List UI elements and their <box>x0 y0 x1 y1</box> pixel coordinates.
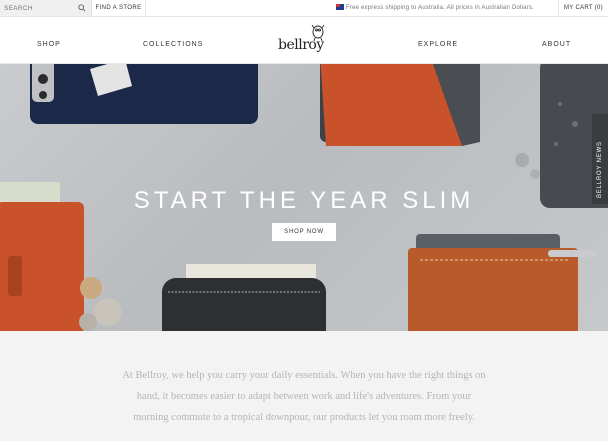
intro-text: At Bellroy, we help you carry your daily… <box>122 370 486 423</box>
nav-shop[interactable]: SHOP <box>37 41 61 48</box>
find-store-link[interactable]: FIND A STORE <box>92 0 146 16</box>
hero-title: START THE YEAR SLIM <box>133 187 475 214</box>
shipping-notice-text: Free express shipping to Australia. All … <box>346 5 534 11</box>
search-input[interactable] <box>4 3 74 13</box>
shop-now-button[interactable]: SHOP NOW <box>272 223 336 241</box>
shipping-notice: Free express shipping to Australia. All … <box>336 0 534 16</box>
australia-flag-icon <box>336 4 344 10</box>
search-icon[interactable] <box>78 4 86 12</box>
hero-banner: START THE YEAR SLIM SHOP NOW BELLROY NEW… <box>0 64 608 331</box>
cart-link[interactable]: MY CART (0) <box>558 0 608 16</box>
utility-bar: FIND A STORE Free express shipping to Au… <box>0 0 608 17</box>
search-box[interactable] <box>0 0 92 16</box>
nav-about[interactable]: ABOUT <box>542 41 571 48</box>
nav-explore[interactable]: EXPLORE <box>418 41 458 48</box>
intro-section: At Bellroy, we help you carry your daily… <box>0 331 608 441</box>
bellroy-news-tab[interactable]: BELLROY NEWS <box>592 114 608 204</box>
bellroy-logo[interactable]: bellroy <box>276 24 332 58</box>
main-nav: SHOP COLLECTIONS bellroy EXPLORE ABOUT <box>0 17 608 64</box>
nav-collections[interactable]: COLLECTIONS <box>143 41 203 48</box>
news-tab-label: BELLROY NEWS <box>597 141 603 198</box>
logo-text: bellroy <box>278 37 324 53</box>
